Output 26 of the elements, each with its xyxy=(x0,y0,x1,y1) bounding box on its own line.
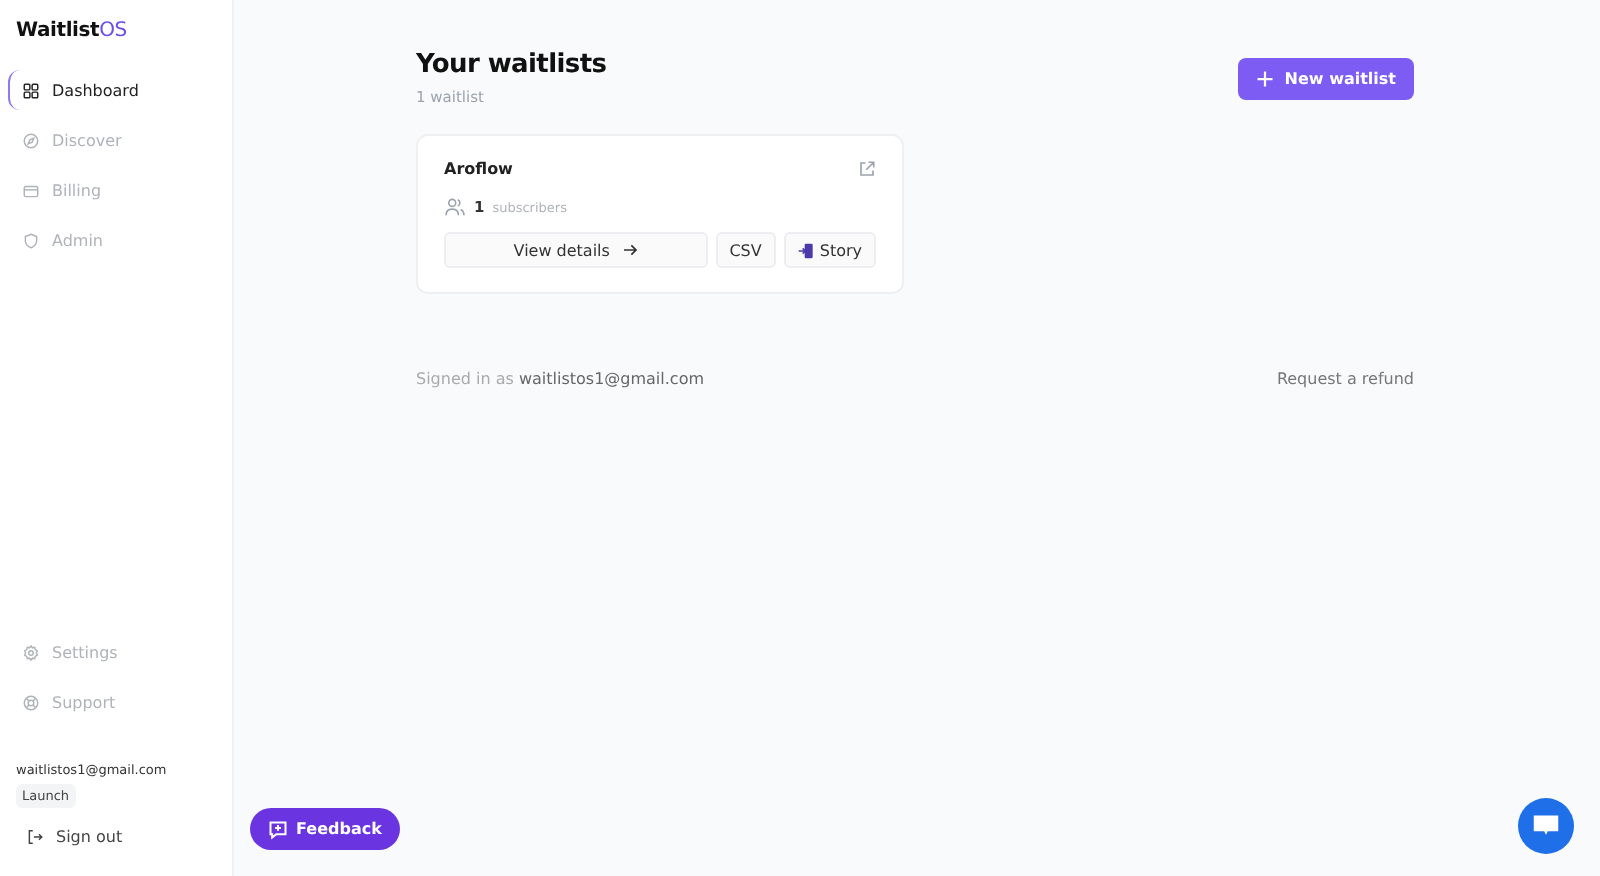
story-button[interactable]: Story xyxy=(783,232,876,268)
chat-icon xyxy=(1532,812,1560,840)
grid-icon xyxy=(22,81,40,99)
shield-icon xyxy=(22,231,40,249)
refund-link[interactable]: Request a refund xyxy=(1276,370,1414,388)
signed-in-text: Signed in as waitlistos1@gmail.com xyxy=(416,370,705,388)
csv-button[interactable]: CSV xyxy=(715,232,776,268)
card-icon xyxy=(22,181,40,199)
external-link-icon[interactable] xyxy=(858,160,876,178)
sign-out-icon xyxy=(26,827,44,845)
nav-item[interactable]: Dashboard xyxy=(8,70,232,110)
page-title: Your waitlists xyxy=(416,50,607,80)
sign-out-button[interactable]: Sign out xyxy=(8,816,232,856)
feedback-button[interactable]: Feedback xyxy=(250,808,400,850)
view-details-button[interactable]: View details xyxy=(444,232,708,268)
logo: WaitlistOS xyxy=(14,20,129,42)
lifebuoy-icon xyxy=(22,693,40,711)
settings-icon xyxy=(22,643,40,661)
arrow-right-icon xyxy=(621,242,638,258)
compass-icon xyxy=(22,131,40,149)
story-icon xyxy=(797,241,814,259)
new-waitlist-button[interactable]: New waitlist xyxy=(1238,58,1414,100)
feedback-icon xyxy=(268,819,288,839)
plus-icon xyxy=(1256,70,1275,88)
waitlist-name: Aroflow xyxy=(444,160,513,178)
users-icon xyxy=(444,196,466,218)
